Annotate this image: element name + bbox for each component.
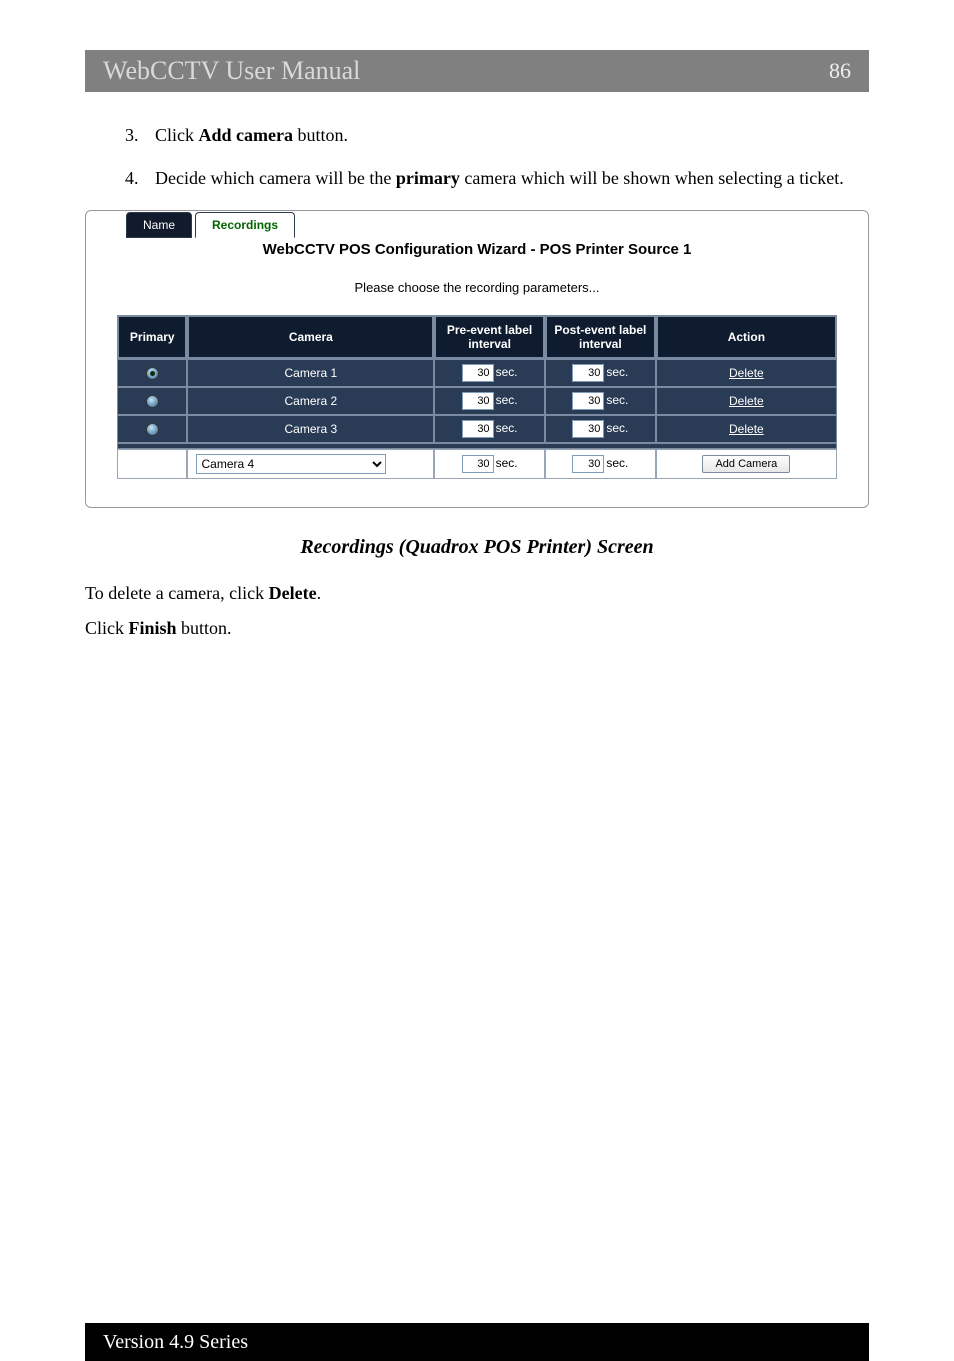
page-number: 86 (829, 58, 851, 84)
pre-input-2[interactable] (462, 392, 494, 410)
add-post-input[interactable] (572, 455, 604, 473)
sec-label: sec. (606, 421, 628, 435)
page-header: WebCCTV User Manual 86 (85, 50, 869, 92)
step-4-pre: Decide which camera will be the (155, 168, 396, 188)
step-3: 3. Click Add camera button. (85, 122, 869, 149)
bold-finish: Finish (129, 618, 177, 638)
add-camera-button[interactable]: Add Camera (702, 455, 790, 473)
recordings-table: Primary Camera Pre-event label interval … (117, 315, 837, 479)
add-pre-input[interactable] (462, 455, 494, 473)
th-post: Post-event label interval (545, 315, 656, 359)
wizard-title: WebCCTV POS Configuration Wizard - POS P… (104, 241, 850, 258)
tab-recordings[interactable]: Recordings (195, 212, 295, 238)
sec-label: sec. (606, 365, 628, 379)
step-4: 4. Decide which camera will be the prima… (85, 165, 869, 192)
footer-version: Version 4.9 Series (103, 1331, 248, 1354)
post-input-2[interactable] (572, 392, 604, 410)
table-row: Camera 3 sec. sec. Delete (117, 415, 837, 443)
wizard-subtitle: Please choose the recording parameters..… (104, 280, 850, 295)
camera-name-2: Camera 2 (187, 387, 434, 415)
table-row: Camera 1 sec. sec. Delete (117, 359, 837, 387)
sec-label: sec. (496, 393, 518, 407)
figure-caption: Recordings (Quadrox POS Printer) Screen (85, 536, 869, 559)
table-row: Camera 2 sec. sec. Delete (117, 387, 837, 415)
sec-label: sec. (496, 421, 518, 435)
primary-radio-1[interactable] (146, 367, 159, 380)
delete-link-2[interactable]: Delete (729, 394, 764, 408)
camera-name-3: Camera 3 (187, 415, 434, 443)
primary-radio-2[interactable] (146, 395, 159, 408)
post-input-1[interactable] (572, 364, 604, 382)
th-camera: Camera (187, 315, 434, 359)
pre-input-3[interactable] (462, 420, 494, 438)
step-3-bold: Add camera (199, 125, 293, 145)
th-action: Action (656, 315, 837, 359)
step-3-number: 3. (125, 122, 139, 149)
th-primary: Primary (117, 315, 187, 359)
delete-link-1[interactable]: Delete (729, 366, 764, 380)
delete-link-3[interactable]: Delete (729, 422, 764, 436)
manual-title: WebCCTV User Manual (103, 56, 360, 86)
step-4-post: camera which will be shown when selectin… (460, 168, 844, 188)
step-3-post: button. (293, 125, 348, 145)
th-pre: Pre-event label interval (434, 315, 545, 359)
add-camera-row: Camera 4 sec. sec. Add Camera (117, 449, 837, 479)
post-input-3[interactable] (572, 420, 604, 438)
tabbar: Name Recordings (126, 211, 868, 237)
sec-label: sec. (496, 456, 518, 470)
sec-label: sec. (496, 365, 518, 379)
step-4-bold: primary (396, 168, 460, 188)
page-footer: Version 4.9 Series (85, 1323, 869, 1361)
sec-label: sec. (606, 393, 628, 407)
camera-name-1: Camera 1 (187, 359, 434, 387)
screenshot-figure: Name Recordings WebCCTV POS Configuratio… (85, 210, 869, 508)
step-3-pre: Click (155, 125, 199, 145)
camera-select[interactable]: Camera 4 (196, 454, 386, 474)
body-finish-note: Click Finish button. (85, 618, 869, 639)
bold-delete: Delete (269, 583, 317, 603)
pre-input-1[interactable] (462, 364, 494, 382)
body-delete-note: To delete a camera, click Delete. (85, 583, 869, 604)
step-4-number: 4. (125, 165, 139, 192)
add-primary-cell (117, 449, 187, 479)
primary-radio-3[interactable] (146, 423, 159, 436)
tab-name[interactable]: Name (126, 212, 192, 238)
sec-label: sec. (606, 456, 628, 470)
